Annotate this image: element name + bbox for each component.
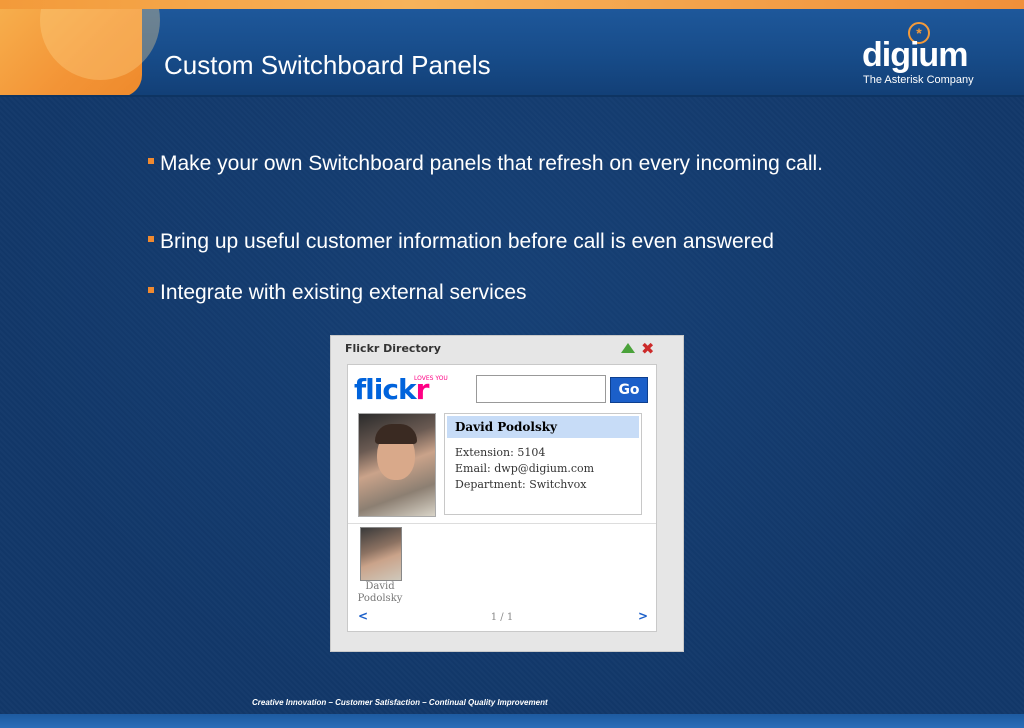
thumbnail-label: David Podolsky [352, 581, 408, 605]
panel-body: flickr LOVES YOU Go David Podolsky Exten… [347, 364, 657, 632]
digium-logo: * digium The Asterisk Company [858, 22, 978, 92]
search-input[interactable] [476, 375, 606, 403]
flickr-directory-panel: Flickr Directory ✖ flickr LOVES YOU Go D… [330, 335, 684, 652]
flickr-logo-blue: flick [354, 373, 417, 406]
bullet-item: Bring up useful customer information bef… [148, 228, 900, 256]
bullet-item: Make your own Switchboard panels that re… [148, 150, 900, 178]
contact-photo [358, 413, 436, 517]
bullet-item: Integrate with existing external service… [148, 279, 900, 307]
header-divider [0, 95, 1024, 97]
contact-email: Email: dwp@digium.com [455, 462, 595, 475]
contact-extension: Extension: 5104 [455, 446, 546, 459]
collapse-icon[interactable] [621, 343, 635, 353]
flickr-tagline: LOVES YOU [414, 375, 448, 382]
slide-header: Custom Switchboard Panels * digium The A… [0, 0, 1024, 97]
page-indicator: 1 / 1 [490, 612, 514, 623]
thumbnail-first-name: David [365, 581, 395, 592]
header-orange-bar [0, 0, 1024, 9]
contact-info-card: David Podolsky Extension: 5104 Email: dw… [444, 413, 642, 515]
logo-wordmark: digium [862, 36, 968, 74]
photo-hair [375, 424, 417, 444]
thumbnail-last-name: Podolsky [357, 593, 403, 604]
contact-thumbnail[interactable] [360, 527, 402, 581]
panel-title: Flickr Directory [345, 342, 441, 355]
go-button[interactable]: Go [610, 377, 648, 403]
panel-titlebar: Flickr Directory ✖ [331, 336, 671, 362]
contact-name: David Podolsky [447, 416, 639, 438]
page-title: Custom Switchboard Panels [164, 50, 491, 80]
section-divider [348, 523, 656, 524]
close-icon[interactable]: ✖ [641, 339, 654, 358]
footer-bar [0, 714, 1024, 728]
footer-tagline: Creative Innovation – Customer Satisfact… [252, 698, 548, 707]
logo-tagline: The Asterisk Company [863, 74, 974, 86]
contact-department: Department: Switchvox [455, 478, 587, 491]
next-page-button[interactable]: > [638, 609, 648, 623]
